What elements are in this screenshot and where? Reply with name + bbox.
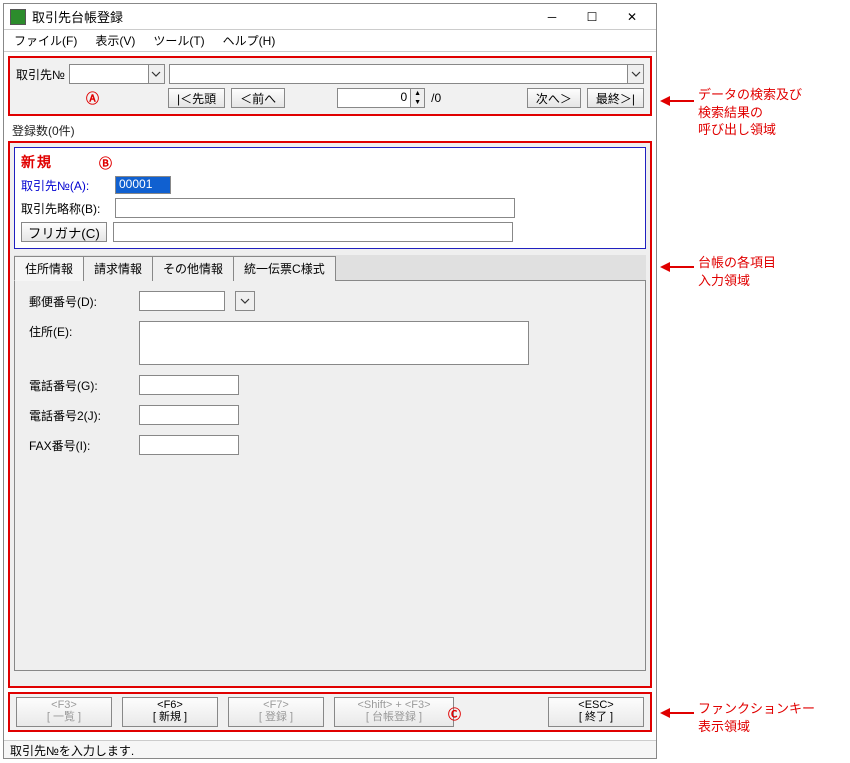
status-bar: 取引先№を入力します. <box>4 740 656 758</box>
torihikisaki-name-combo[interactable] <box>169 64 644 84</box>
tel1-input[interactable] <box>139 375 239 395</box>
chevron-down-icon[interactable] <box>627 65 643 83</box>
app-window: 取引先台帳登録 ─ ☐ ✕ ファイル(F) 表示(V) ツール(T) ヘルプ(H… <box>3 3 657 759</box>
minimize-button[interactable]: ─ <box>532 5 572 29</box>
spinner-up-icon[interactable]: ▲ <box>411 89 424 98</box>
label-torihikisaki-no: 取引先№ <box>16 66 65 83</box>
callout-a: データの検索及び 検索結果の 呼び出し領域 <box>698 86 802 139</box>
menubar: ファイル(F) 表示(V) ツール(T) ヘルプ(H) <box>4 30 656 52</box>
tab-billing[interactable]: 請求情報 <box>83 256 153 281</box>
badge-a: Ⓐ <box>86 88 99 107</box>
detail-tabs: 住所情報 請求情報 その他情報 統一伝票C様式 郵便番号(D): 住所(E): <box>14 255 646 671</box>
close-button[interactable]: ✕ <box>612 5 652 29</box>
spinner-down-icon[interactable]: ▼ <box>411 98 424 107</box>
torihikisaki-no-combo[interactable] <box>69 64 165 84</box>
label-ryakusho: 取引先略称(B): <box>21 200 109 217</box>
menu-file[interactable]: ファイル(F) <box>10 30 81 51</box>
fkey-f7-register[interactable]: <F7> [ 登録 ] <box>228 697 324 727</box>
label-tel2: 電話番号2(J): <box>29 405 129 424</box>
record-spinner[interactable]: 0 ▲▼ <box>337 88 425 108</box>
fax-input[interactable] <box>139 435 239 455</box>
torihikisaki-no-input[interactable]: 00001 <box>115 176 171 194</box>
callout-connector <box>670 712 694 714</box>
registration-count: 登録数(0件) <box>12 122 648 139</box>
furigana-button[interactable]: フリガナ(C) <box>21 222 107 242</box>
menu-help[interactable]: ヘルプ(H) <box>219 30 280 51</box>
zip-input[interactable] <box>139 291 225 311</box>
maximize-button[interactable]: ☐ <box>572 5 612 29</box>
arrow-icon <box>660 708 670 718</box>
prev-button[interactable]: ＜前へ <box>231 88 285 108</box>
fkey-f3-list[interactable]: <F3> [ 一覧 ] <box>16 697 112 727</box>
arrow-icon <box>660 262 670 272</box>
entry-header: 新規 Ⓑ 取引先№(A): 00001 取引先略称(B): フリガナ(C) <box>14 147 646 249</box>
spinner-value: 0 <box>338 89 410 107</box>
callout-c: ファンクションキー 表示領域 <box>698 700 815 735</box>
arrow-icon <box>660 96 670 106</box>
fkey-shift-f3-ledger[interactable]: <Shift> + <F3> [ 台帳登録 ] <box>334 697 454 727</box>
label-tel1: 電話番号(G): <box>29 375 129 394</box>
callout-b: 台帳の各項目 入力領域 <box>698 254 776 289</box>
badge-c: Ⓒ <box>448 704 461 723</box>
tab-touitsu-c[interactable]: 統一伝票C様式 <box>233 256 336 281</box>
window-title: 取引先台帳登録 <box>32 7 532 26</box>
address-input[interactable] <box>139 321 529 365</box>
zip-lookup-button[interactable] <box>235 291 255 311</box>
new-record-tag: 新規 <box>21 152 53 172</box>
callout-connector <box>670 100 694 102</box>
fkey-esc-exit[interactable]: <ESC> [ 終了 ] <box>548 697 644 727</box>
tel2-input[interactable] <box>139 405 239 425</box>
badge-b: Ⓑ <box>99 153 112 172</box>
record-total: /0 <box>431 91 441 105</box>
fkey-f6-new[interactable]: <F6> [ 新規 ] <box>122 697 218 727</box>
ryakusho-input[interactable] <box>115 198 515 218</box>
app-icon <box>10 9 26 25</box>
titlebar: 取引先台帳登録 ─ ☐ ✕ <box>4 4 656 30</box>
function-key-area: <F3> [ 一覧 ] <F6> [ 新規 ] <F7> [ 登録 ] <Shi… <box>8 692 652 732</box>
furigana-input[interactable] <box>113 222 513 242</box>
menu-tool[interactable]: ツール(T) <box>149 30 208 51</box>
last-button[interactable]: 最終＞| <box>587 88 644 108</box>
menu-view[interactable]: 表示(V) <box>91 30 139 51</box>
search-nav-area: 取引先№ |＜先頭 ＜前へ <box>8 56 652 116</box>
callout-connector <box>670 266 694 268</box>
next-button[interactable]: 次へ＞ <box>527 88 581 108</box>
first-button[interactable]: |＜先頭 <box>168 88 225 108</box>
tab-panel-address: 郵便番号(D): 住所(E): 電話番号(G): <box>14 281 646 671</box>
tab-address[interactable]: 住所情報 <box>14 256 84 281</box>
label-zip: 郵便番号(D): <box>29 291 129 310</box>
label-torihikisaki-no-a: 取引先№(A): <box>21 177 109 194</box>
label-address: 住所(E): <box>29 321 129 340</box>
tab-other[interactable]: その他情報 <box>152 256 234 281</box>
chevron-down-icon[interactable] <box>148 65 164 83</box>
label-fax: FAX番号(I): <box>29 435 129 454</box>
entry-area: 新規 Ⓑ 取引先№(A): 00001 取引先略称(B): フリガナ(C) <box>8 141 652 688</box>
